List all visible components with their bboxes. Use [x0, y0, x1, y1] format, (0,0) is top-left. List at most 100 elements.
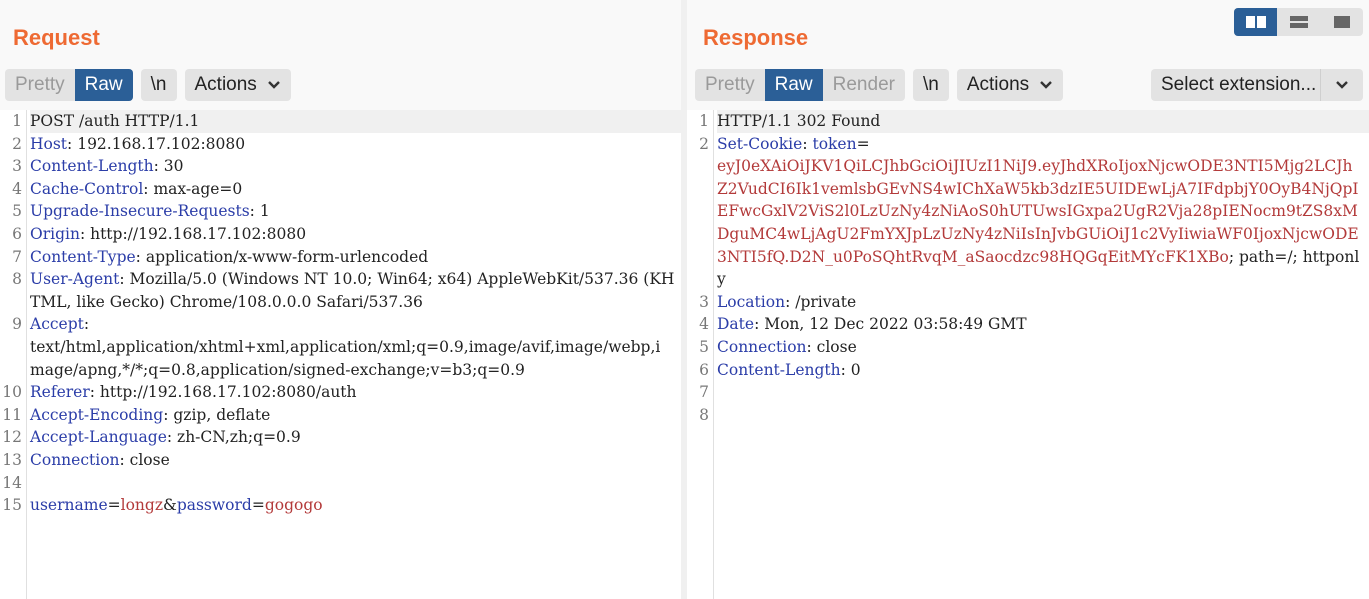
- param-equals: =: [107, 496, 121, 515]
- line-content: Location: /private: [717, 291, 1369, 314]
- line-content: Content-Length: 30: [30, 155, 681, 178]
- request-toolbar: Pretty Raw \n Actions: [5, 69, 299, 101]
- line-number: 4: [12, 179, 22, 198]
- header-separator: :: [806, 337, 817, 356]
- header-name: Location: [717, 292, 786, 311]
- line-content: [30, 472, 681, 495]
- single-pane-icon[interactable]: [1320, 8, 1363, 36]
- line-content: Cache-Control: max-age=0: [30, 178, 681, 201]
- line-number: 7: [12, 247, 22, 266]
- header-separator: :: [83, 315, 90, 334]
- chevron-down-icon: [267, 80, 281, 90]
- header-value: http://192.168.17.102:8080: [90, 224, 307, 243]
- header-name: Connection: [30, 450, 120, 469]
- header-value: 0: [850, 360, 861, 379]
- response-editor[interactable]: 1 HTTP/1.1 302 Found 2 Set-Cookie: token= e…: [687, 110, 1369, 599]
- response-lines: 1 HTTP/1.1 302 Found 2 Set-Cookie: token= e…: [687, 110, 1369, 426]
- header-name: Connection: [717, 337, 807, 356]
- header-value: max-age=0: [153, 179, 243, 198]
- header-name: Cache-Control: [30, 179, 144, 198]
- header-separator: :: [89, 383, 100, 402]
- response-tab-render[interactable]: Render: [823, 69, 905, 101]
- split-vertical-icon[interactable]: [1277, 8, 1320, 36]
- header-separator: :: [166, 428, 178, 447]
- split-horizontal-icon[interactable]: [1234, 8, 1277, 36]
- select-extension-dropdown[interactable]: Select extension...: [1151, 69, 1363, 101]
- line-content: Host: 192.168.17.102:8080: [30, 133, 681, 156]
- line-number: 3: [12, 157, 22, 176]
- code-line: 1 POST /auth HTTP/1.1: [0, 110, 681, 133]
- line-number: 15: [2, 496, 22, 515]
- header-name: Date: [717, 315, 755, 334]
- header-name: Upgrade-Insecure-Requests: [30, 202, 250, 221]
- code-line: 5 Connection: close: [687, 336, 1369, 359]
- line-number: 11: [2, 405, 22, 424]
- response-actions-button[interactable]: Actions: [956, 69, 1064, 101]
- code-line: 2 Set-Cookie: token= eyJ0eXAiOiJKV1QiLCJh…: [687, 133, 1369, 291]
- select-extension-label: Select extension...: [1161, 74, 1317, 95]
- line-content: HTTP/1.1 302 Found: [717, 110, 1369, 133]
- line-content: [717, 381, 1369, 404]
- code-line: 3 Location: /private: [687, 291, 1369, 314]
- line-content: [717, 404, 1369, 427]
- request-format-tabs: Pretty Raw: [5, 69, 133, 101]
- chevron-down-icon[interactable]: [1320, 69, 1363, 101]
- line-number: 2: [699, 134, 709, 153]
- code-line: 11 Accept-Encoding: gzip, deflate: [0, 404, 681, 427]
- header-name: User-Agent: [30, 270, 120, 289]
- line-content: Upgrade-Insecure-Requests: 1: [30, 200, 681, 223]
- response-tab-pretty[interactable]: Pretty: [695, 69, 765, 101]
- request-tab-pretty[interactable]: Pretty: [5, 69, 75, 101]
- param-equals: =: [251, 496, 265, 515]
- line-content: Referer: http://192.168.17.102:8080/auth: [30, 381, 681, 404]
- param-name: password: [176, 496, 252, 515]
- cookie-equals: =: [856, 134, 870, 153]
- param-separator: &: [163, 496, 177, 515]
- param-value: gogogo: [264, 496, 323, 515]
- header-separator: :: [119, 450, 130, 469]
- request-title: Request: [13, 25, 100, 50]
- line-number: 9: [12, 315, 22, 334]
- response-tab-raw[interactable]: Raw: [764, 69, 823, 101]
- line-number: 5: [12, 202, 22, 221]
- header-value: gzip, deflate: [173, 405, 271, 424]
- param-name: username: [30, 496, 108, 515]
- header-value: 192.168.17.102:8080: [77, 134, 246, 153]
- header-separator: :: [785, 292, 796, 311]
- param-value: longz: [120, 496, 163, 515]
- header-separator: :: [249, 202, 260, 221]
- code-line: 6 Content-Length: 0: [687, 359, 1369, 382]
- header-name: Origin: [30, 224, 80, 243]
- header-value: 30: [163, 157, 184, 176]
- header-value: close: [129, 450, 170, 469]
- response-toolbar: Pretty Raw Render \n Actions: [695, 69, 1071, 101]
- response-newline-toggle[interactable]: \n: [912, 69, 949, 101]
- code-line: 9 Accept: text/html,application/xhtml+xml…: [0, 313, 681, 381]
- request-editor[interactable]: 1 POST /auth HTTP/1.1 2 Host: 192.168.17.10…: [0, 110, 681, 599]
- cookie-name: token: [812, 134, 857, 153]
- code-line: 10 Referer: http://192.168.17.102:8080/au…: [0, 381, 681, 404]
- header-separator: :: [153, 157, 164, 176]
- header-value: zh-CN,zh;q=0.9: [177, 428, 301, 447]
- code-line: 7: [687, 381, 1369, 404]
- line-number: 6: [699, 360, 709, 379]
- code-line: 3 Content-Length: 30: [0, 155, 681, 178]
- header-name: Content-Type: [30, 247, 136, 266]
- code-line: 15 username=longz&password=gogogo: [0, 494, 681, 517]
- request-tab-raw[interactable]: Raw: [74, 69, 133, 101]
- request-actions-button[interactable]: Actions: [184, 69, 291, 101]
- line-text: POST /auth HTTP/1.1: [30, 112, 200, 130]
- request-header: Request Pretty Raw \n Actions: [0, 0, 681, 110]
- line-number: 14: [2, 473, 22, 492]
- header-name: Referer: [30, 383, 90, 402]
- line-number: 7: [699, 383, 709, 402]
- request-newline-toggle[interactable]: \n: [140, 69, 177, 101]
- line-content: Accept: text/html,application/xhtml+xml,…: [30, 313, 681, 381]
- header-separator: :: [163, 405, 174, 424]
- header-value: close: [816, 337, 857, 356]
- header-name: Accept-Encoding: [30, 405, 164, 424]
- line-number: 8: [699, 405, 709, 424]
- header-value: application/x-www-form-urlencoded: [145, 247, 429, 266]
- response-header: Response Pretty Raw Render \n Actions Se…: [687, 0, 1369, 110]
- line-content: POST /auth HTTP/1.1: [30, 110, 681, 133]
